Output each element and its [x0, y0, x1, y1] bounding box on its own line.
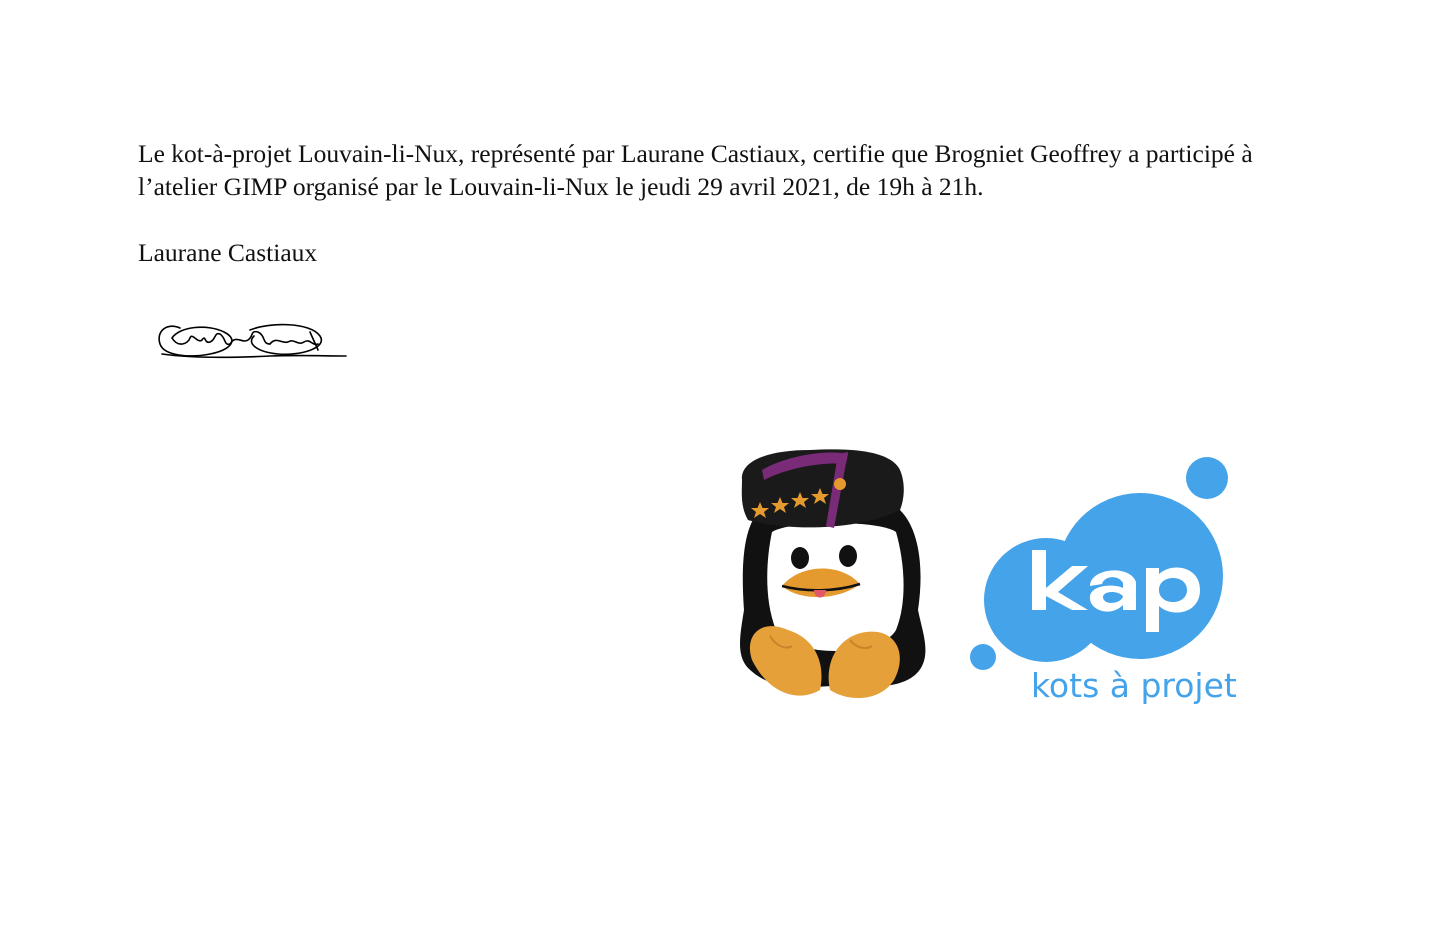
signatory-name: Laurane Castiaux — [138, 238, 318, 267]
certificate-body-text: Le kot-à-projet Louvain-li-Nux, représen… — [138, 139, 1253, 201]
handwritten-signature-image — [158, 323, 347, 359]
tux-penguin-student-cap-icon — [740, 449, 926, 699]
kap-tagline: kots à projet — [1031, 666, 1237, 705]
kap-bubbles-logo: kots à projet — [970, 457, 1237, 705]
certificate-page: Le kot-à-projet Louvain-li-Nux, représen… — [0, 0, 1440, 950]
